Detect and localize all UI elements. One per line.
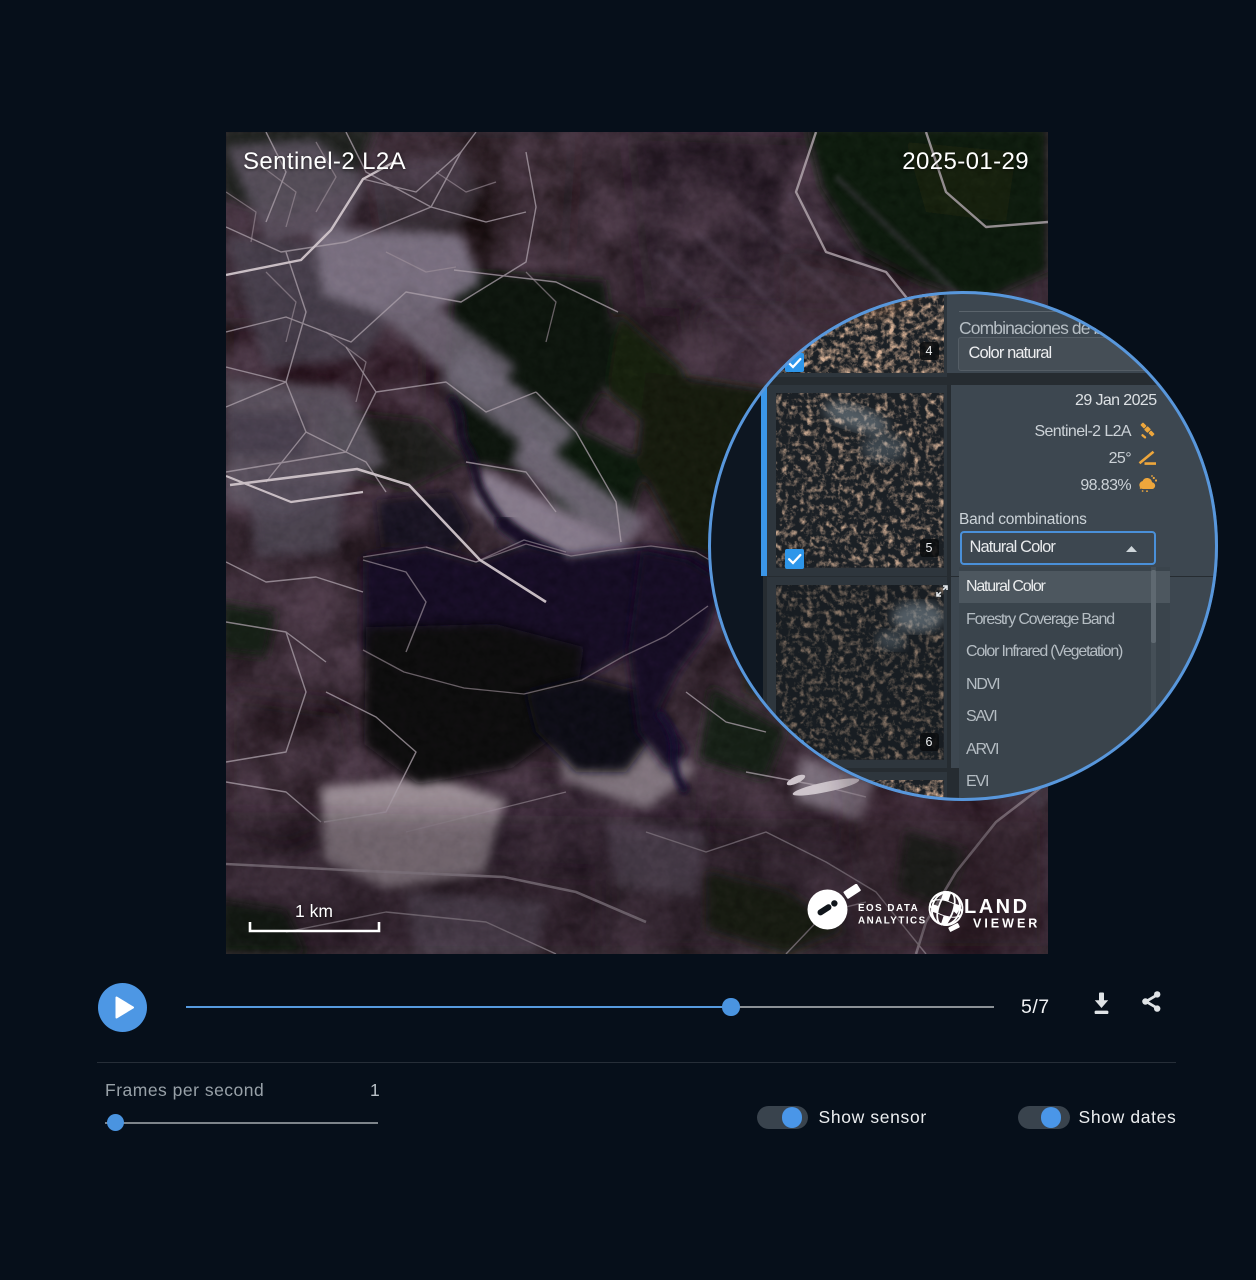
svg-text:ANALYTICS: ANALYTICS xyxy=(858,916,927,927)
svg-text:LAND: LAND xyxy=(964,896,1030,918)
svg-text:EOS DATA: EOS DATA xyxy=(858,903,919,914)
svg-text:VIEWER: VIEWER xyxy=(973,917,1040,931)
